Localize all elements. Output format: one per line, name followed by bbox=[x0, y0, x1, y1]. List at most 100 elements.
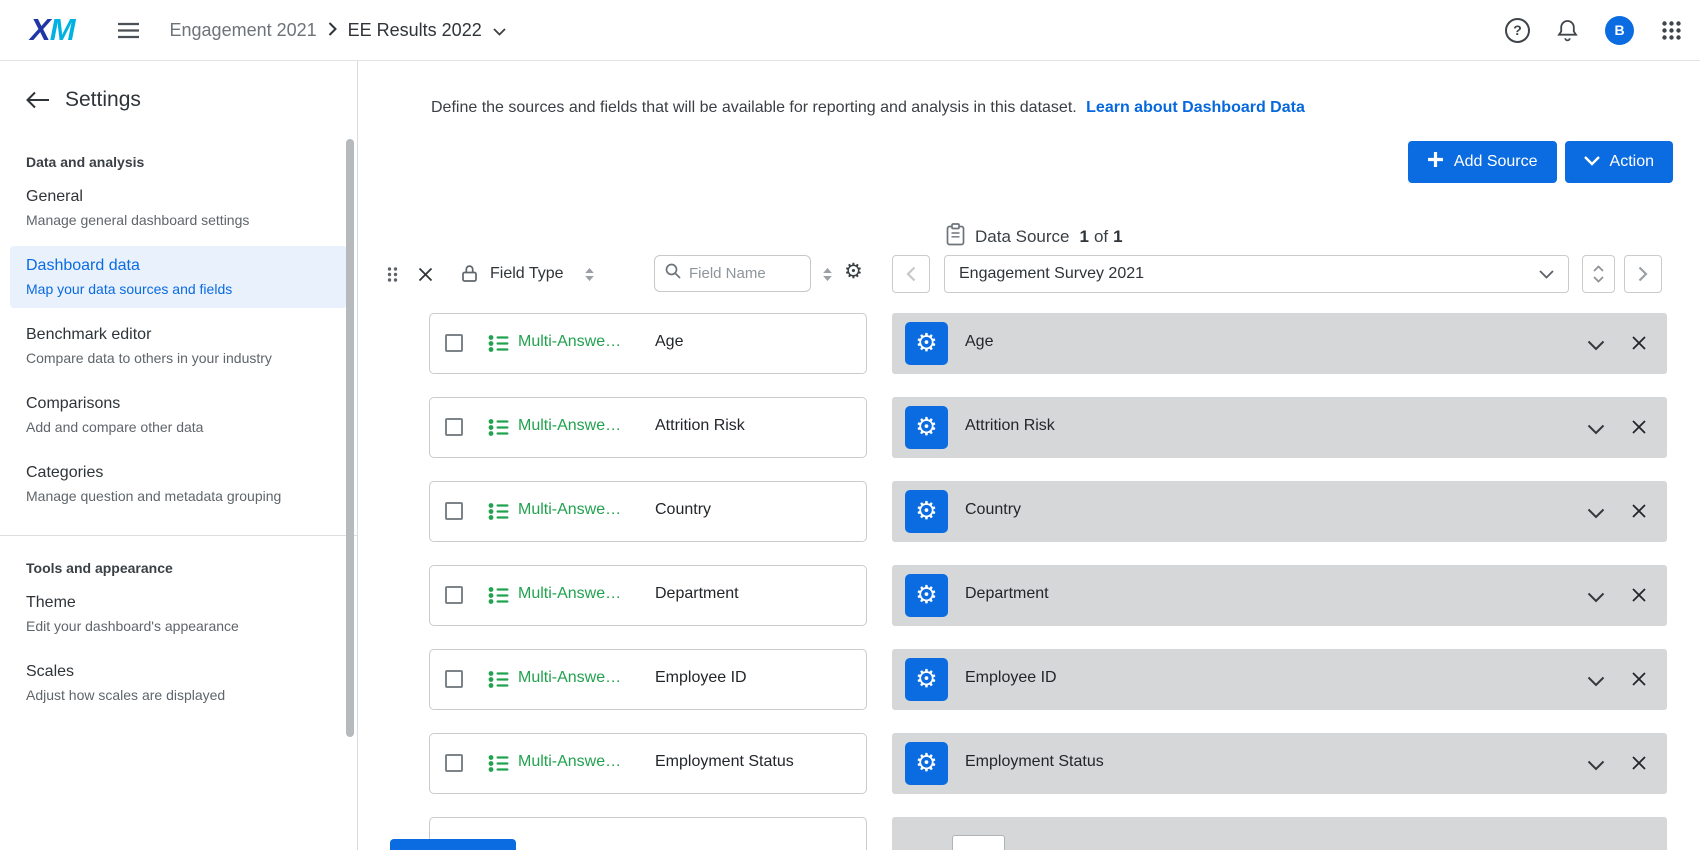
sidebar-item-comparisons[interactable]: Comparisons Add and compare other data bbox=[10, 384, 347, 446]
row-checkbox[interactable] bbox=[445, 418, 463, 436]
notifications-bell-icon[interactable] bbox=[1557, 19, 1578, 42]
remove-field-icon[interactable] bbox=[1631, 503, 1647, 524]
intro-description: Define the sources and fields that will … bbox=[431, 99, 1077, 116]
xm-logo[interactable]: X M bbox=[30, 12, 75, 48]
chevron-down-icon[interactable] bbox=[1587, 506, 1605, 524]
mapped-field-name: Employment Status bbox=[965, 753, 1104, 771]
logo-x: X bbox=[30, 12, 50, 48]
breadcrumb-current[interactable]: EE Results 2022 bbox=[348, 20, 482, 41]
field-settings-button[interactable]: ⚙ bbox=[905, 742, 948, 785]
mapped-field-card bbox=[892, 817, 1667, 850]
help-glyph: ? bbox=[1513, 22, 1522, 38]
help-icon[interactable]: ? bbox=[1505, 18, 1530, 43]
sidebar-divider bbox=[0, 535, 357, 536]
partial-control[interactable] bbox=[952, 835, 1005, 850]
remove-field-icon[interactable] bbox=[1631, 755, 1647, 776]
multi-answer-icon bbox=[488, 334, 509, 358]
sidebar-item-desc: Edit your dashboard's appearance bbox=[26, 618, 331, 634]
sidebar-item-label: Dashboard data bbox=[26, 257, 331, 275]
drag-handle-icon[interactable] bbox=[386, 266, 399, 288]
field-type-text[interactable]: Multi-Answe… bbox=[518, 417, 621, 435]
remove-field-icon[interactable] bbox=[1631, 587, 1647, 608]
avatar[interactable]: B bbox=[1605, 16, 1634, 45]
chevron-down-icon[interactable] bbox=[1587, 590, 1605, 608]
sidebar-item-label: General bbox=[26, 188, 331, 206]
field-name-text[interactable]: Age bbox=[655, 333, 683, 351]
chevron-down-icon[interactable] bbox=[1587, 758, 1605, 776]
sort-field-type-icon[interactable] bbox=[584, 267, 595, 287]
field-card: Multi-Answe… Age bbox=[429, 313, 867, 374]
sidebar-item-label: Comparisons bbox=[26, 395, 331, 413]
section-data-and-analysis: Data and analysis bbox=[26, 154, 331, 170]
row-checkbox[interactable] bbox=[445, 502, 463, 520]
field-type-text[interactable]: Multi-Answe… bbox=[518, 753, 621, 771]
back-arrow-icon[interactable] bbox=[26, 91, 50, 109]
field-type-text[interactable]: Multi-Answe… bbox=[518, 333, 621, 351]
field-name-text[interactable]: Employment Status bbox=[655, 753, 794, 771]
remove-field-icon[interactable] bbox=[1631, 335, 1647, 356]
field-list-settings-gear-icon[interactable]: ⚙ bbox=[844, 259, 863, 284]
field-name-text[interactable]: Employee ID bbox=[655, 669, 747, 687]
logo-m: M bbox=[50, 12, 75, 48]
clear-selection-icon[interactable] bbox=[418, 267, 433, 282]
field-settings-button[interactable]: ⚙ bbox=[905, 574, 948, 617]
learn-about-dashboard-data-link[interactable]: Learn about Dashboard Data bbox=[1086, 99, 1305, 116]
action-button[interactable]: Action bbox=[1565, 141, 1673, 183]
sidebar-item-scales[interactable]: Scales Adjust how scales are displayed bbox=[10, 652, 347, 714]
field-name-text[interactable]: Attrition Risk bbox=[655, 417, 745, 435]
sidebar-item-label: Theme bbox=[26, 594, 331, 612]
data-source-label: Data Source bbox=[975, 227, 1070, 247]
sidebar-item-categories[interactable]: Categories Manage question and metadata … bbox=[10, 453, 347, 515]
hamburger-menu-icon[interactable] bbox=[117, 22, 140, 39]
chevron-down-icon[interactable] bbox=[1587, 422, 1605, 440]
sidebar-item-benchmark-editor[interactable]: Benchmark editor Compare data to others … bbox=[10, 315, 347, 377]
source-order-stepper[interactable] bbox=[1582, 255, 1615, 293]
field-name-search-input[interactable] bbox=[689, 265, 800, 282]
field-type-text[interactable]: Multi-Answe… bbox=[518, 501, 621, 519]
next-source-button[interactable] bbox=[1624, 255, 1662, 293]
sidebar-item-desc: Manage general dashboard settings bbox=[26, 212, 331, 228]
field-name-text[interactable]: Department bbox=[655, 585, 739, 603]
row-checkbox[interactable] bbox=[445, 670, 463, 688]
app-grid-icon[interactable] bbox=[1661, 20, 1682, 41]
add-field-button-partial[interactable] bbox=[390, 839, 516, 850]
section-tools-and-appearance: Tools and appearance bbox=[26, 560, 331, 576]
gear-icon: ⚙ bbox=[915, 583, 937, 608]
row-checkbox[interactable] bbox=[445, 586, 463, 604]
toolbar-buttons: Add Source Action bbox=[1408, 141, 1673, 183]
remove-field-icon[interactable] bbox=[1631, 671, 1647, 692]
chevron-down-icon[interactable] bbox=[1587, 674, 1605, 692]
sidebar-item-general[interactable]: General Manage general dashboard setting… bbox=[10, 177, 347, 239]
row-checkbox[interactable] bbox=[445, 334, 463, 352]
field-type-text[interactable]: Multi-Answe… bbox=[518, 669, 621, 687]
field-settings-button[interactable]: ⚙ bbox=[905, 490, 948, 533]
breadcrumb-caret-down-icon[interactable] bbox=[493, 20, 506, 41]
add-source-button[interactable]: Add Source bbox=[1408, 141, 1557, 183]
field-card: Multi-Answe… Department bbox=[429, 565, 867, 626]
sidebar-item-desc: Manage question and metadata grouping bbox=[26, 488, 331, 504]
search-icon bbox=[665, 263, 681, 284]
sort-field-name-icon[interactable] bbox=[822, 267, 833, 287]
field-settings-button[interactable]: ⚙ bbox=[905, 406, 948, 449]
sidebar-item-dashboard-data[interactable]: Dashboard data Map your data sources and… bbox=[10, 246, 347, 308]
sidebar-scrollbar[interactable] bbox=[346, 139, 354, 737]
previous-source-button[interactable] bbox=[892, 255, 930, 293]
mapped-field-card: ⚙ Age bbox=[892, 313, 1667, 374]
mapped-field-name: Attrition Risk bbox=[965, 417, 1055, 435]
chevron-down-icon[interactable] bbox=[1587, 338, 1605, 356]
gear-icon: ⚙ bbox=[915, 499, 937, 524]
field-card: Multi-Answe… Attrition Risk bbox=[429, 397, 867, 458]
field-settings-button[interactable]: ⚙ bbox=[905, 658, 948, 701]
source-select[interactable]: Engagement Survey 2021 bbox=[944, 255, 1569, 293]
field-name-text[interactable]: Country bbox=[655, 501, 711, 519]
field-card: Multi-Answe… Country bbox=[429, 481, 867, 542]
sidebar-item-theme[interactable]: Theme Edit your dashboard's appearance bbox=[10, 583, 347, 645]
row-checkbox[interactable] bbox=[445, 754, 463, 772]
mapped-field-card: ⚙ Employee ID bbox=[892, 649, 1667, 710]
multi-answer-icon bbox=[488, 754, 509, 778]
chevron-down-icon bbox=[1539, 270, 1554, 279]
field-type-text[interactable]: Multi-Answe… bbox=[518, 585, 621, 603]
remove-field-icon[interactable] bbox=[1631, 419, 1647, 440]
field-settings-button[interactable]: ⚙ bbox=[905, 322, 948, 365]
breadcrumb-parent[interactable]: Engagement 2021 bbox=[170, 20, 317, 41]
